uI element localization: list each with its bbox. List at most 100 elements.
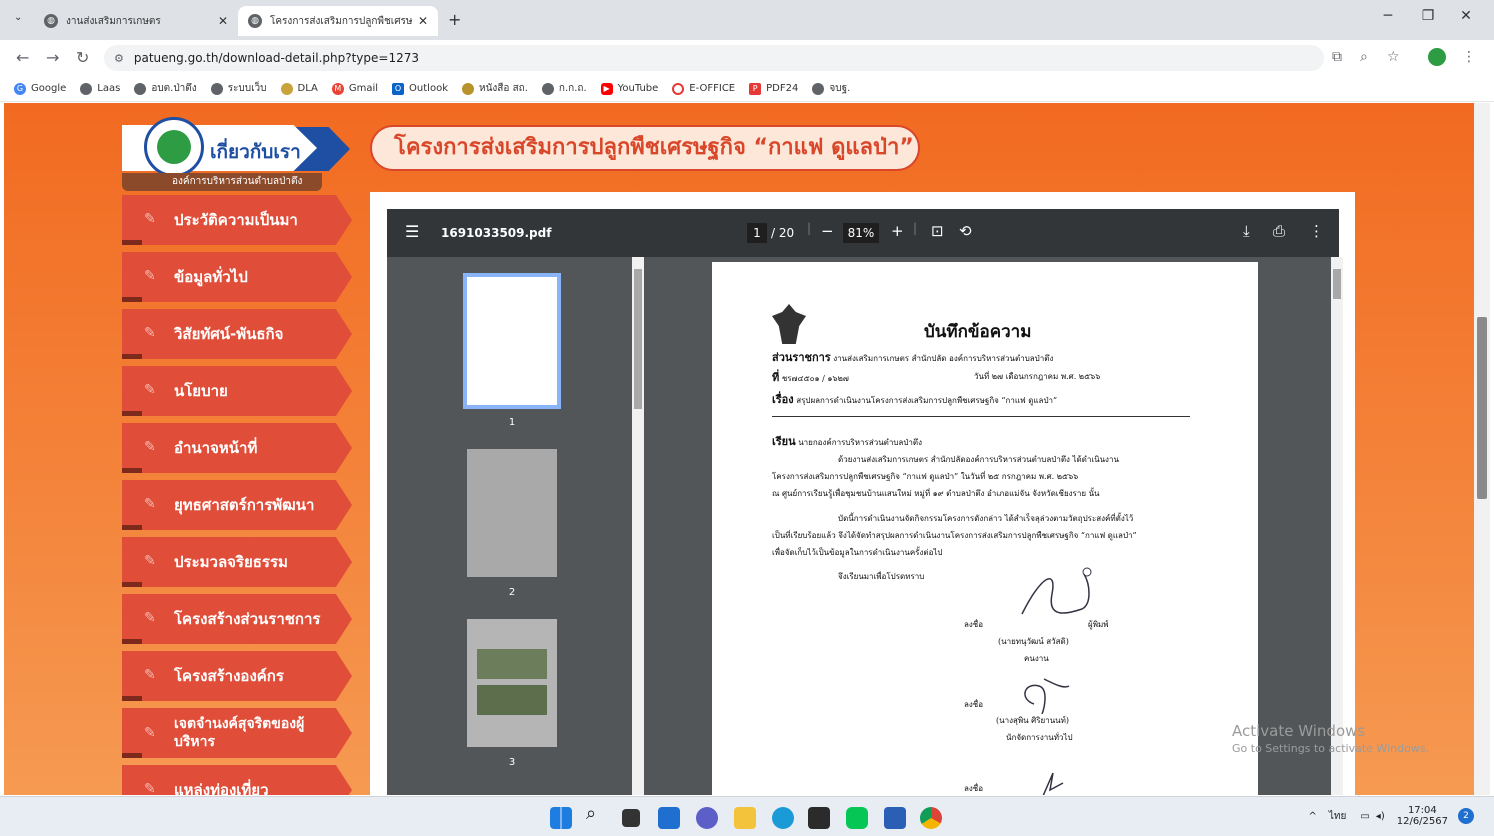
globe-icon [134, 82, 147, 95]
profile-avatar-icon[interactable] [1428, 48, 1446, 66]
windows-start-icon[interactable] [550, 807, 572, 829]
print-icon[interactable]: ⎙ [1273, 222, 1285, 240]
body-line: เป็นที่เรียบร้อยแล้ว จึงได้จัดทำสรุปผลกา… [772, 531, 1137, 540]
hamburger-icon[interactable]: ☰ [405, 222, 419, 241]
page-number-input[interactable]: 1 [747, 223, 767, 243]
signature-2 [1024, 678, 1070, 714]
page-scrollbar[interactable] [1474, 103, 1490, 795]
sidebar-item-general-info[interactable]: ✎ ข้อมูลทั่วไป [122, 252, 352, 302]
thumbnail-page-2[interactable] [467, 449, 557, 577]
close-window-icon[interactable]: ✕ [1446, 8, 1486, 24]
bookmark-star-icon[interactable]: ☆ [1387, 49, 1400, 65]
thumbnail-sidebar: 1 2 3 [387, 257, 632, 795]
download-icon[interactable]: ⤓ [1243, 222, 1250, 240]
widgets-icon[interactable] [658, 807, 680, 829]
zoom-out-icon[interactable]: − [821, 222, 834, 240]
thumbnail-scrollbar[interactable] [632, 257, 644, 795]
back-icon[interactable]: ← [16, 48, 29, 67]
bookmark-jbt[interactable]: จบฐ. [812, 81, 850, 96]
input-language[interactable]: ไทย [1329, 809, 1346, 824]
eoffice-icon [672, 82, 685, 95]
sidebar-item-gov-structure[interactable]: ✎ โครงสร้างส่วนราชการ [122, 594, 352, 644]
url-text: patueng.go.th/download-detail.php?type=1… [133, 51, 419, 65]
org-name: องค์การบริหารส่วนตำบลป่าตึง [122, 173, 322, 191]
bookmark-laas[interactable]: Laas [80, 82, 120, 95]
to-label: เรียน [772, 435, 796, 448]
more-options-icon[interactable]: ⋮ [1309, 222, 1324, 240]
clock[interactable]: 17:04 12/6/2567 [1397, 805, 1448, 827]
network-icon[interactable]: ▭ [1360, 811, 1369, 822]
bookmark-letters[interactable]: หนังสือ สถ. [461, 81, 528, 96]
bookmark-gmail[interactable]: M Gmail [331, 82, 378, 95]
bookmark-web[interactable]: ระบบเว็บ [210, 81, 267, 96]
thumbnail-page-1[interactable] [463, 273, 561, 409]
seal-icon [461, 82, 474, 95]
rotate-icon[interactable]: ⟲ [959, 222, 972, 240]
sidebar-item-ethics[interactable]: ✎ ประมวลจริยธรรม [122, 537, 352, 587]
globe-icon: ◍ [248, 14, 262, 28]
sign-label: ลงชื่อ [964, 620, 984, 629]
sidebar-item-vision[interactable]: ✎ วิสัยทัศน์-พันธกิจ [122, 309, 352, 359]
task-view-icon[interactable] [622, 809, 640, 827]
tab-search-icon[interactable]: ⌄ [14, 12, 22, 23]
zoom-in-icon[interactable]: + [891, 222, 904, 240]
pushpin-icon: ✎ [144, 496, 156, 512]
bookmark-kkt[interactable]: ก.ก.ถ. [541, 81, 587, 96]
line-icon[interactable] [846, 807, 868, 829]
to-value: นายกองค์การบริหารส่วนตำบลป่าตึง [798, 438, 922, 447]
more-menu-icon[interactable]: ⋮ [1462, 49, 1476, 65]
tab-title: งานส่งเสริมการเกษตร [66, 15, 161, 27]
bookmark-pdf24[interactable]: P PDF24 [749, 82, 798, 95]
pdf-page: บันทึกข้อความ ส่วนราชการ งานส่งเสริมการเ… [712, 262, 1258, 795]
fit-page-icon[interactable]: ⊡ [931, 222, 944, 240]
header-rule [772, 416, 1190, 417]
chat-icon[interactable] [696, 807, 718, 829]
document-scrollbar[interactable] [1331, 257, 1343, 795]
sidebar-item-policy[interactable]: ✎ นโยบาย [122, 366, 352, 416]
sidebar-item-org-structure[interactable]: ✎ โครงสร้างองค์กร [122, 651, 352, 701]
body-line: ด้วยงานส่งเสริมการเกษตร สำนักปลัดองค์การ… [838, 455, 1119, 464]
url-input[interactable]: ⚙ patueng.go.th/download-detail.php?type… [104, 45, 1324, 71]
tab-agri[interactable]: ◍ งานส่งเสริมการเกษตร ✕ [34, 6, 238, 36]
edge-icon[interactable] [772, 807, 794, 829]
show-hidden-icons[interactable]: ^ [1308, 811, 1316, 822]
bookmark-obt[interactable]: อบต.ป่าตึง [134, 81, 197, 96]
sidebar-item-history[interactable]: ✎ ประวัติความเป็นมา [122, 195, 352, 245]
volume-icon[interactable]: ◂) [1376, 811, 1385, 822]
notification-badge[interactable]: 2 [1458, 808, 1474, 824]
pushpin-icon: ✎ [144, 610, 156, 626]
close-tab-icon[interactable]: ✕ [218, 14, 228, 28]
chrome-icon[interactable] [920, 807, 942, 829]
bookmark-outlook[interactable]: O Outlook [392, 82, 448, 95]
store-icon[interactable] [808, 807, 830, 829]
forward-icon[interactable]: → [46, 48, 59, 67]
file-explorer-icon[interactable] [734, 807, 756, 829]
pushpin-icon: ✎ [144, 781, 156, 795]
org-logo [144, 117, 204, 177]
bookmark-dla[interactable]: DLA [280, 82, 318, 95]
bookmark-eoffice[interactable]: E-OFFICE [672, 82, 735, 95]
search-icon[interactable]: ⌕ [586, 803, 608, 825]
tab-project[interactable]: ◍ โครงการส่งเสริมการปลูกพืชเศรษฐกิจ ✕ [238, 6, 438, 36]
word-icon[interactable] [884, 807, 906, 829]
reload-icon[interactable]: ↻ [76, 48, 89, 67]
restore-icon[interactable]: ❐ [1408, 8, 1448, 24]
close-tab-icon[interactable]: ✕ [418, 14, 428, 28]
sidebar-item-authority[interactable]: ✎ อำนาจหน้าที่ [122, 423, 352, 473]
zoom-icon[interactable]: ⌕ [1360, 49, 1368, 65]
translate-icon[interactable]: ⧉ [1332, 49, 1342, 65]
sidebar-item-integrity[interactable]: ✎ เจตจำนงค์สุจริตของผู้บริหาร [122, 708, 352, 758]
zoom-level[interactable]: 81% [843, 223, 879, 243]
sidebar-item-tourism[interactable]: ✎ แหล่งท่องเที่ยว [122, 765, 352, 795]
site-info-icon[interactable]: ⚙ [114, 52, 124, 65]
sidebar-item-strategy[interactable]: ✎ ยุทธศาสตร์การพัฒนา [122, 480, 352, 530]
new-tab-button[interactable]: + [448, 10, 461, 29]
minimize-icon[interactable]: ─ [1368, 8, 1408, 24]
bookmark-google[interactable]: G Google [14, 82, 66, 95]
windows-taskbar: ⌕ ^ ไทย ▭ ◂) 17:04 12/6/2567 2 [0, 796, 1494, 836]
about-header[interactable]: เกี่ยวกับเรา องค์การบริหารส่วนตำบลป่าตึง [122, 117, 352, 191]
agency-value: งานส่งเสริมการเกษตร สำนักปลัด องค์การบริ… [833, 354, 1054, 363]
signature-3 [1042, 772, 1064, 795]
thumbnail-page-3[interactable] [467, 619, 557, 747]
bookmark-youtube[interactable]: ▶ YouTube [600, 82, 658, 95]
